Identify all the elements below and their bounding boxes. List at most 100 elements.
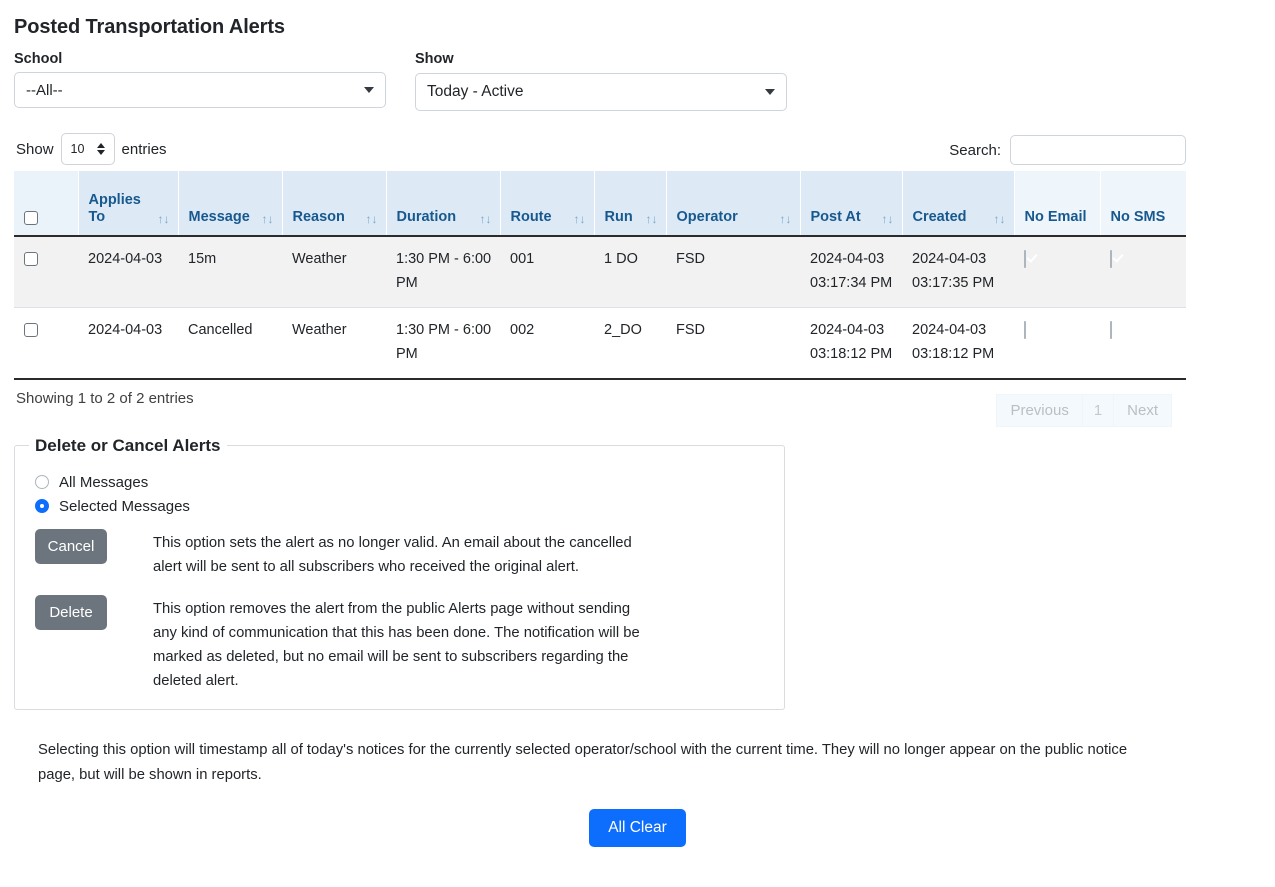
pagination-previous[interactable]: Previous xyxy=(996,394,1081,427)
search-label: Search: xyxy=(949,142,1001,159)
all-clear-button[interactable]: All Clear xyxy=(589,809,686,847)
cell-applies-to: 2024-04-03 xyxy=(78,307,178,378)
table-info: Showing 1 to 2 of 2 entries xyxy=(16,390,194,407)
col-applies-to[interactable]: Applies To ↑↓ xyxy=(78,171,178,236)
col-created[interactable]: Created ↑↓ xyxy=(902,171,1014,236)
row-select-checkbox[interactable] xyxy=(24,323,38,337)
select-all-checkbox[interactable] xyxy=(24,211,38,225)
cell-post-at: 2024-04-03 03:17:34 PM xyxy=(800,236,902,307)
delete-button[interactable]: Delete xyxy=(35,595,107,630)
radio-selected-messages-label: Selected Messages xyxy=(59,498,190,515)
pagination: Previous 1 Next xyxy=(996,394,1172,427)
cell-message: Cancelled xyxy=(178,307,282,378)
table-controls: Show 10 entries Search: xyxy=(14,129,1261,171)
col-route[interactable]: Route ↑↓ xyxy=(500,171,594,236)
col-route-label: Route xyxy=(511,209,552,226)
show-entries-prefix: Show xyxy=(16,141,54,158)
page-length-control: Show 10 entries xyxy=(16,133,167,165)
col-operator[interactable]: Operator↑↓ xyxy=(666,171,800,236)
cell-no-sms xyxy=(1100,236,1186,307)
sort-icon[interactable]: ↑↓ xyxy=(480,213,492,226)
show-entries-suffix: entries xyxy=(122,141,167,158)
radio-selected-messages[interactable] xyxy=(35,499,49,513)
alerts-table-header-row: Applies To ↑↓ Message ↑↓ Reason↑↓ Duration… xyxy=(14,171,1186,236)
radio-selected-messages-row[interactable]: Selected Messages xyxy=(35,498,766,515)
cell-route: 001 xyxy=(500,236,594,307)
row-select-cell[interactable] xyxy=(14,307,78,378)
col-duration[interactable]: Duration ↑↓ xyxy=(386,171,500,236)
all-clear-wrap: All Clear xyxy=(14,809,1261,847)
no-sms-checkbox xyxy=(1110,250,1112,268)
sort-icon[interactable]: ↑↓ xyxy=(158,213,170,226)
cell-applies-to: 2024-04-03 xyxy=(78,236,178,307)
col-message-label: Message xyxy=(189,209,250,226)
cell-no-email xyxy=(1014,307,1100,378)
cancel-button[interactable]: Cancel xyxy=(35,529,107,564)
col-no-sms: No SMS xyxy=(1100,171,1186,236)
page-length-stepper[interactable]: 10 xyxy=(61,133,115,165)
page-title: Posted Transportation Alerts xyxy=(14,0,1261,39)
table-footer: Showing 1 to 2 of 2 entries Previous 1 N… xyxy=(14,380,1261,436)
row-select-cell[interactable] xyxy=(14,236,78,307)
sort-icon[interactable]: ↑↓ xyxy=(262,213,274,226)
no-sms-checkbox xyxy=(1110,321,1112,339)
cell-run: 2_DO xyxy=(594,307,666,378)
sort-icon[interactable]: ↑↓ xyxy=(574,213,586,226)
school-filter-label: School xyxy=(14,51,386,67)
col-applies-to-label: Applies To xyxy=(89,192,152,226)
filter-row: School --All-- Show Today - Active xyxy=(14,51,1261,129)
delete-description: This option removes the alert from the p… xyxy=(153,595,658,693)
table-row: 2024-04-03 15m Weather 1:30 PM - 6:00 PM… xyxy=(14,236,1186,307)
sort-icon[interactable]: ↑↓ xyxy=(366,213,378,226)
chevron-down-icon xyxy=(765,89,775,95)
radio-all-messages[interactable] xyxy=(35,475,49,489)
show-select-value: Today - Active xyxy=(427,83,524,101)
cancel-description: This option sets the alert as no longer … xyxy=(153,529,658,579)
cell-route: 002 xyxy=(500,307,594,378)
pagination-next[interactable]: Next xyxy=(1113,394,1172,427)
search-input[interactable] xyxy=(1010,135,1186,165)
cell-no-email xyxy=(1014,236,1100,307)
sort-icon[interactable]: ↑↓ xyxy=(994,213,1006,226)
sort-icon[interactable]: ↑↓ xyxy=(882,213,894,226)
school-select-value: --All-- xyxy=(26,82,63,99)
delete-cancel-legend: Delete or Cancel Alerts xyxy=(29,436,227,456)
row-select-checkbox[interactable] xyxy=(24,252,38,266)
cell-created: 2024-04-03 03:18:12 PM xyxy=(902,307,1014,378)
posted-transportation-alerts-page: Posted Transportation Alerts School --Al… xyxy=(0,0,1275,887)
sort-icon[interactable]: ↑↓ xyxy=(780,213,792,226)
search-control: Search: xyxy=(949,135,1186,165)
col-duration-label: Duration xyxy=(397,209,457,226)
school-filter: School --All-- xyxy=(14,51,386,108)
col-reason[interactable]: Reason↑↓ xyxy=(282,171,386,236)
col-created-label: Created xyxy=(913,209,967,226)
show-select[interactable]: Today - Active xyxy=(415,73,787,111)
col-select-all[interactable] xyxy=(14,171,78,236)
school-select[interactable]: --All-- xyxy=(14,72,386,108)
all-clear-note: Selecting this option will timestamp all… xyxy=(38,738,1148,787)
cell-no-sms xyxy=(1100,307,1186,378)
cell-duration: 1:30 PM - 6:00 PM xyxy=(386,236,500,307)
page-length-value: 10 xyxy=(71,142,85,156)
alerts-table-head: Applies To ↑↓ Message ↑↓ Reason↑↓ Duration… xyxy=(14,171,1186,236)
cell-run: 1 DO xyxy=(594,236,666,307)
cell-operator: FSD xyxy=(666,307,800,378)
alerts-table-body: 2024-04-03 15m Weather 1:30 PM - 6:00 PM… xyxy=(14,236,1186,379)
col-post-at[interactable]: Post At↑↓ xyxy=(800,171,902,236)
col-no-email: No Email xyxy=(1014,171,1100,236)
cell-message: 15m xyxy=(178,236,282,307)
delete-action-row: Delete This option removes the alert fro… xyxy=(35,595,766,693)
col-run-label: Run xyxy=(605,209,633,226)
col-run[interactable]: Run ↑↓ xyxy=(594,171,666,236)
radio-all-messages-row[interactable]: All Messages xyxy=(35,474,766,491)
sort-icon[interactable]: ↑↓ xyxy=(646,213,658,226)
cell-operator: FSD xyxy=(666,236,800,307)
cell-reason: Weather xyxy=(282,236,386,307)
show-filter-label: Show xyxy=(415,51,787,67)
pagination-page-1[interactable]: 1 xyxy=(1082,394,1113,427)
col-message[interactable]: Message ↑↓ xyxy=(178,171,282,236)
chevron-down-icon xyxy=(364,87,374,93)
no-email-checkbox xyxy=(1024,250,1026,268)
show-filter: Show Today - Active xyxy=(415,51,787,111)
alerts-table: Applies To ↑↓ Message ↑↓ Reason↑↓ Duration… xyxy=(14,171,1186,380)
